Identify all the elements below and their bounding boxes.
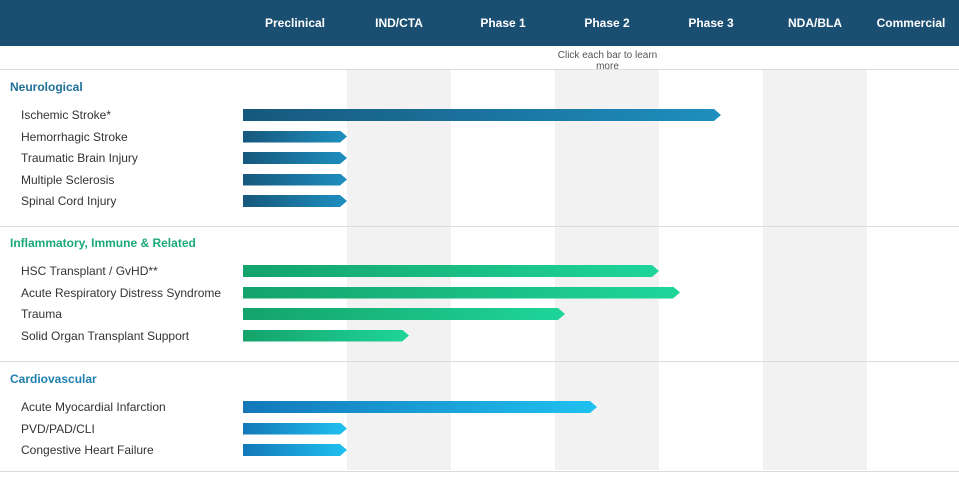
pipeline-bar[interactable]	[243, 330, 409, 342]
indication-label: Hemorrhagic Stroke	[21, 129, 128, 144]
indication-label: Ischemic Stroke*	[21, 108, 112, 122]
section-divider	[0, 361, 959, 362]
pipeline-bar[interactable]	[243, 265, 659, 277]
stage-label-nda-bla: NDA/BLA	[788, 16, 842, 30]
pipeline-bar[interactable]	[243, 401, 597, 413]
indication-label: Congestive Heart Failure	[21, 443, 154, 457]
indication-label: Acute Respiratory Distress Syndrome	[21, 285, 222, 300]
section-divider	[0, 226, 959, 227]
section-divider	[0, 69, 959, 70]
pipeline-bar[interactable]	[243, 109, 721, 121]
pipeline-bar[interactable]	[243, 287, 680, 299]
pipeline-bar[interactable]	[243, 423, 347, 435]
indication-label: Acute Myocardial Infarction	[21, 400, 166, 414]
section-title: Cardiovascular	[10, 372, 97, 386]
indication-label: HSC Transplant / GvHD**	[21, 264, 158, 278]
stage-column-stripe	[763, 70, 867, 470]
stage-label-phase-1: Phase 1	[480, 16, 526, 30]
indication-label: Trauma	[21, 307, 62, 321]
pipeline-bar[interactable]	[243, 195, 347, 207]
indication-label: Traumatic Brain Injury	[21, 151, 138, 165]
pipeline-chart: Preclinical IND/CTA Phase 1 Phase 2 Phase 3 N…	[0, 0, 959, 477]
pipeline-bar[interactable]	[243, 152, 347, 164]
pipeline-bar[interactable]	[243, 308, 565, 320]
section-divider	[0, 471, 959, 472]
indication-label: Multiple Sclerosis	[21, 172, 115, 187]
stage-label-commercial: Commercial	[876, 16, 946, 30]
pipeline-bar[interactable]	[243, 444, 347, 456]
indication-label: Spinal Cord Injury	[21, 194, 117, 208]
indication-label: Solid Organ Transplant Support	[21, 328, 190, 343]
section-title: Inflammatory, Immune & Related	[10, 236, 196, 250]
pipeline-bar[interactable]	[243, 174, 347, 186]
indication-label: PVD/PAD/CLI	[21, 421, 95, 436]
pipeline-bar[interactable]	[243, 131, 347, 143]
stage-label-phase-2: Phase 2	[584, 16, 630, 30]
section-title: Neurological	[10, 80, 83, 94]
stage-label-ind-cta: IND/CTA	[375, 16, 423, 30]
stage-label-phase-3: Phase 3	[688, 16, 734, 30]
stage-label-preclinical: Preclinical	[264, 16, 326, 30]
